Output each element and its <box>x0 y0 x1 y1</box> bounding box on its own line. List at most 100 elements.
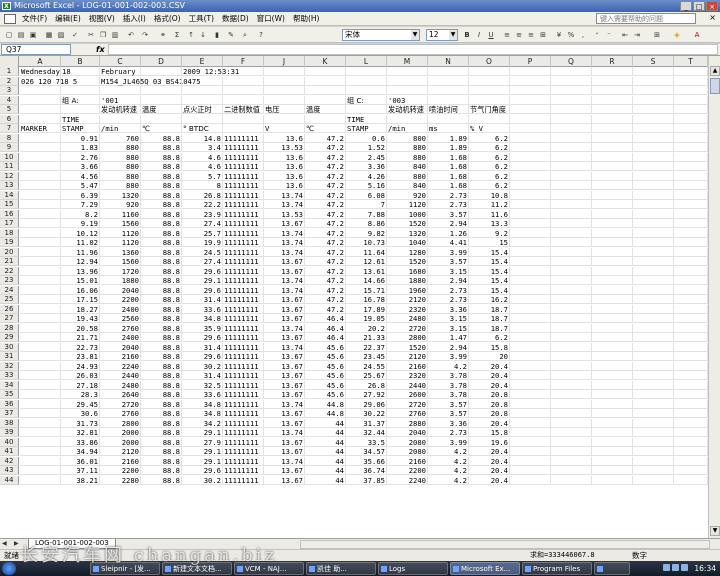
cell[interactable]: 11111111 <box>223 314 264 323</box>
cell[interactable] <box>469 114 510 124</box>
cell[interactable] <box>20 390 61 399</box>
cell[interactable]: 15 <box>469 238 510 247</box>
cell[interactable]: 47.2 <box>305 162 346 171</box>
row-header[interactable]: 16 <box>0 209 19 219</box>
cell[interactable]: 11111111 <box>223 418 264 428</box>
cell[interactable] <box>633 304 674 314</box>
cell[interactable] <box>592 447 633 456</box>
cell[interactable]: 4.41 <box>428 238 469 247</box>
cell[interactable]: 11111111 <box>223 447 264 456</box>
cell[interactable]: 2.73 <box>428 200 469 209</box>
paste-icon[interactable]: ▥ <box>110 30 120 40</box>
drawing-icon[interactable]: ✎ <box>226 30 236 40</box>
fx-icon[interactable]: fx <box>96 44 105 55</box>
cell[interactable] <box>264 67 305 76</box>
cell[interactable] <box>551 428 592 437</box>
row-header[interactable]: 41 <box>0 447 19 456</box>
hyperlink-icon[interactable]: ⚭ <box>158 30 168 40</box>
cell[interactable] <box>20 447 61 456</box>
row-header[interactable]: 38 <box>0 418 19 428</box>
cell[interactable]: 47.2 <box>305 200 346 209</box>
cell[interactable]: 6.2 <box>469 133 510 143</box>
cell[interactable] <box>551 67 592 76</box>
cell[interactable] <box>20 475 61 485</box>
cell[interactable]: 20 <box>469 352 510 361</box>
cell[interactable]: 2009 12:53:31 <box>182 67 239 76</box>
cell[interactable]: 29.1 <box>182 447 223 456</box>
cell[interactable] <box>633 124 674 133</box>
cell[interactable]: 13.67 <box>264 409 305 418</box>
cell[interactable] <box>20 276 61 285</box>
cell[interactable]: 30.2 <box>182 475 223 485</box>
cell[interactable]: 18.7 <box>469 323 510 333</box>
cell[interactable] <box>592 76 633 86</box>
cell[interactable]: 2720 <box>100 399 141 409</box>
row-header[interactable]: 6 <box>0 114 19 124</box>
cell[interactable]: 13.74 <box>264 342 305 352</box>
cell[interactable]: 13.6 <box>264 133 305 143</box>
ime-icon[interactable] <box>681 564 688 571</box>
cell[interactable]: 15.8 <box>469 342 510 352</box>
cell[interactable]: 34.8 <box>182 409 223 418</box>
cell[interactable]: 2.73 <box>428 295 469 304</box>
cell[interactable]: 29.6 <box>182 285 223 295</box>
cell[interactable] <box>592 124 633 133</box>
cell[interactable] <box>674 76 708 86</box>
cell[interactable] <box>633 447 674 456</box>
cell[interactable] <box>633 171 674 181</box>
cell[interactable] <box>141 114 182 124</box>
cell[interactable]: 44.8 <box>305 409 346 418</box>
row-header[interactable]: 30 <box>0 342 19 352</box>
cell[interactable]: 88.8 <box>141 162 182 171</box>
cell[interactable]: 14.8 <box>182 133 223 143</box>
cell[interactable] <box>551 409 592 418</box>
cell[interactable] <box>551 295 592 304</box>
cell[interactable] <box>633 276 674 285</box>
cell[interactable] <box>674 190 708 200</box>
cell[interactable]: 20.2 <box>346 323 387 333</box>
column-header-b[interactable]: B <box>61 56 100 67</box>
cell[interactable]: 88.8 <box>141 304 182 314</box>
cell[interactable]: February <box>100 67 141 76</box>
cell[interactable]: 9.82 <box>346 228 387 238</box>
chevron-down-icon[interactable]: ▼ <box>411 30 419 40</box>
cell[interactable] <box>592 333 633 342</box>
cell[interactable] <box>20 466 61 475</box>
cell[interactable] <box>592 409 633 418</box>
cell[interactable]: 12.61 <box>346 257 387 266</box>
cell[interactable]: 11111111 <box>223 333 264 342</box>
copy-icon[interactable]: ❐ <box>98 30 108 40</box>
vertical-scrollbar[interactable]: ▲ ▼ <box>708 56 720 538</box>
cell[interactable]: 88.8 <box>141 152 182 162</box>
sort-desc-icon[interactable]: ↓ <box>198 30 208 40</box>
cell[interactable]: 2440 <box>387 380 428 390</box>
cell[interactable] <box>551 181 592 190</box>
cell[interactable] <box>510 171 551 181</box>
cell[interactable] <box>141 67 182 76</box>
cell[interactable]: 34.2 <box>182 418 223 428</box>
cell[interactable]: 44 <box>305 447 346 456</box>
cell[interactable] <box>387 76 428 86</box>
chart-icon[interactable]: ▮ <box>212 30 222 40</box>
cell[interactable]: 9.2 <box>469 228 510 238</box>
cell[interactable]: 11111111 <box>223 266 264 276</box>
cell[interactable] <box>674 437 708 447</box>
redo-icon[interactable]: ↷ <box>140 30 150 40</box>
cell[interactable] <box>592 95 633 105</box>
cell[interactable]: 28.3 <box>61 390 100 399</box>
cell[interactable]: 3.57 <box>428 409 469 418</box>
menu-insert[interactable]: 插入(I) <box>119 12 150 26</box>
cell[interactable]: 30.22 <box>346 409 387 418</box>
row-header[interactable]: 39 <box>0 428 19 437</box>
cell[interactable] <box>469 76 510 86</box>
cell[interactable] <box>223 114 264 124</box>
cell[interactable]: 10.73 <box>346 238 387 247</box>
cell[interactable]: 21.71 <box>61 333 100 342</box>
cell[interactable]: 3.66 <box>61 162 100 171</box>
cell[interactable]: 17.89 <box>346 304 387 314</box>
cell[interactable] <box>633 361 674 371</box>
cell[interactable] <box>264 95 305 105</box>
cell[interactable] <box>510 342 551 352</box>
cell[interactable] <box>223 76 264 86</box>
row-header[interactable]: 32 <box>0 361 19 371</box>
